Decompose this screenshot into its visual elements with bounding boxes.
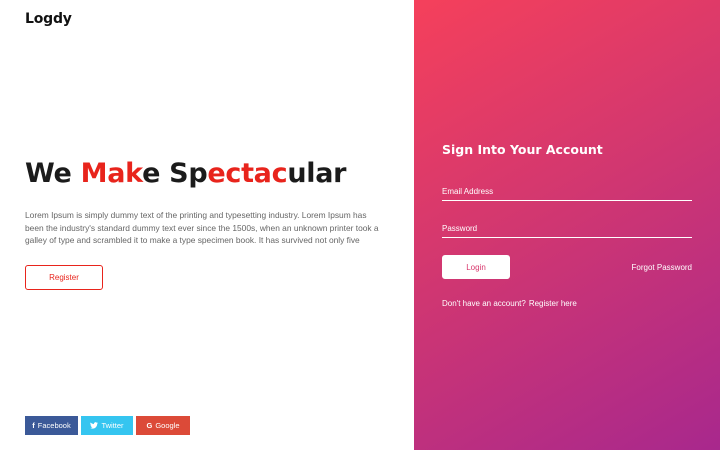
login-form-title: Sign Into Your Account [442,142,603,157]
facebook-label: Facebook [37,421,71,430]
headline-part: e Sp [142,158,208,189]
email-field[interactable] [442,183,692,201]
headline-part: We [25,158,81,189]
email-field-wrapper [442,181,692,201]
headline-part-accent: ectac [207,158,288,189]
logo[interactable]: Logdy [25,11,72,27]
facebook-button[interactable]: f Facebook [25,416,78,435]
password-field[interactable] [442,220,692,238]
google-label: Google [155,421,180,430]
password-field-wrapper [442,218,692,238]
hero-headline: We Make Spectacular [25,158,346,189]
twitter-icon [90,422,99,429]
register-button[interactable]: Register [25,265,103,290]
google-icon: G [146,421,153,430]
headline-part-accent: Mak [80,158,143,189]
left-panel: Logdy We Make Spectacular Lorem Ipsum is… [0,0,414,450]
headline-part: ular [287,158,347,189]
facebook-icon: f [32,421,35,430]
signup-prompt-text: Don't have an account? [442,299,526,308]
google-button[interactable]: G Google [136,416,190,435]
register-here-link[interactable]: Register here [529,299,577,308]
login-panel: Sign Into Your Account Login Forgot Pass… [414,0,720,450]
hero-description: Lorem Ipsum is simply dummy text of the … [25,210,379,246]
twitter-label: Twitter [101,421,124,430]
login-button[interactable]: Login [442,255,510,279]
twitter-button[interactable]: Twitter [81,416,133,435]
forgot-password-link[interactable]: Forgot Password [632,263,692,272]
signup-prompt: Don't have an account? Register here [442,299,577,308]
